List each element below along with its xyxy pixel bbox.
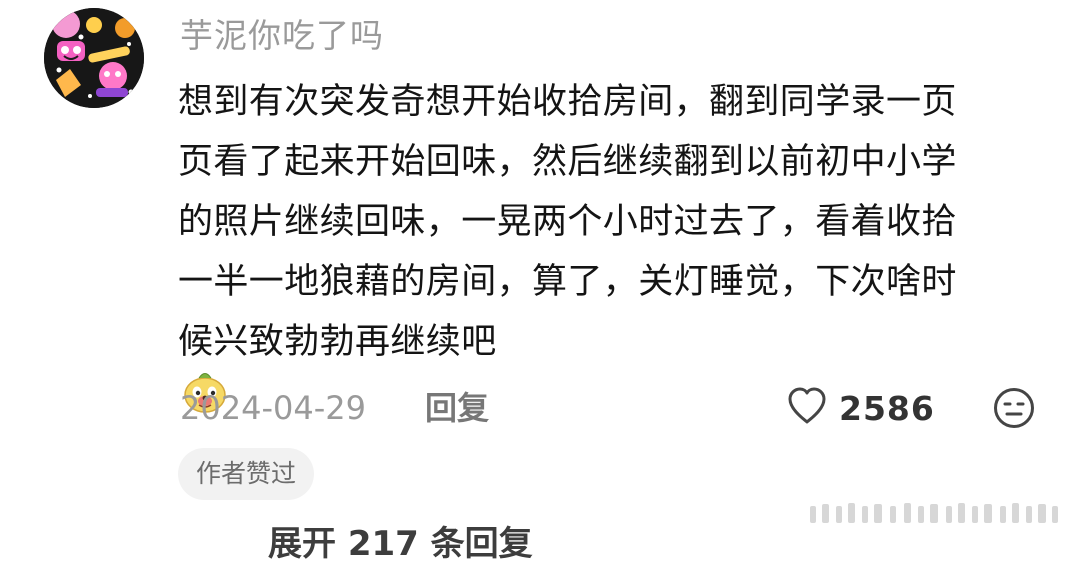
author-liked-badge: 作者赞过 [178,448,315,500]
comment-line: 候兴致勃勃再继续吧 [178,322,497,362]
comment-line: 的照片继续回味，一晃两个小时过去了，看着收拾 [178,202,957,242]
comment-text: 想到有次突发奇想开始收拾房间，翻到同学录一页 页看了起来开始回味，然后继续翻到以… [178,72,1038,420]
platform-watermark [808,496,1070,530]
comment-item: 芋泥你吃了吗 想到有次突发奇想开始收拾房间，翻到同学录一页 页看了起来开始回味，… [0,0,1080,564]
like-count: 2586 [839,388,935,428]
comment-line: 想到有次突发奇想开始收拾房间，翻到同学录一页 [178,82,957,122]
comment-line: 页看了起来开始回味，然后继续翻到以前初中小学 [178,142,957,182]
avatar[interactable] [44,8,144,108]
username[interactable]: 芋泥你吃了吗 [180,14,384,58]
comment-line: 一半一地狼藉的房间，算了，关灯睡觉，下次啥时 [178,262,957,302]
neutral-face-icon[interactable] [992,386,1036,430]
comment-date: 2024-04-29 [180,389,366,427]
expand-replies-link[interactable]: 展开 217 条回复 [268,522,533,566]
like-button[interactable]: 2586 [785,385,935,431]
heart-outline-icon[interactable] [785,386,829,430]
reply-button[interactable]: 回复 [425,386,489,430]
